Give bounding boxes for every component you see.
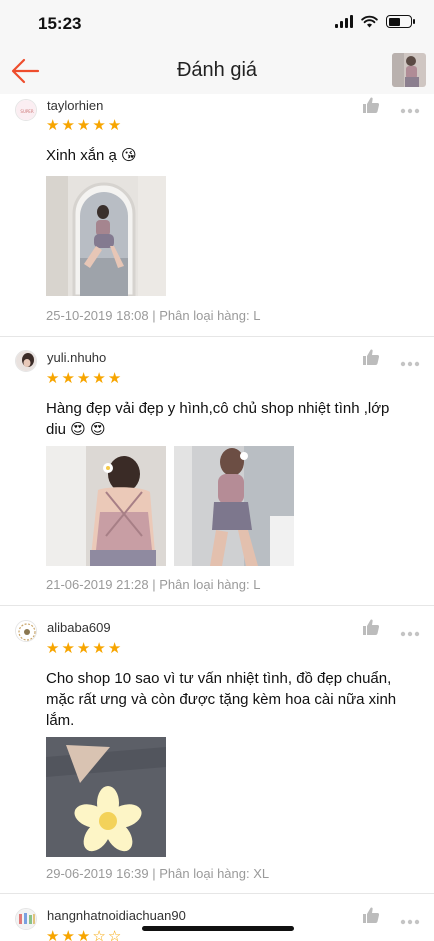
review-item: yuli.nhuho ★ ★ ★ ★ ★ Hàng đẹp vải đẹp y hình… — [0, 337, 434, 606]
wifi-icon — [361, 15, 378, 28]
star-filled-icon: ★ — [92, 117, 106, 134]
battery-icon — [386, 15, 415, 28]
avatar[interactable] — [15, 350, 37, 372]
review-username[interactable]: yuli.nhuho — [47, 350, 106, 365]
star-rating: ★ ★ ★ ★ ★ — [46, 641, 121, 657]
review-text: Cho shop 10 sao vì tư vấn nhiệt tình, đồ… — [46, 670, 397, 729]
star-filled-icon: ★ — [46, 640, 60, 657]
star-filled-icon: ★ — [46, 370, 60, 387]
home-indicator — [142, 926, 294, 931]
thumbs-up-icon — [363, 349, 380, 365]
review-item: SUPER taylorhien ★★★★★ Xinh xắn ạ 😘 — [0, 94, 434, 337]
thumbs-up-icon — [363, 619, 380, 635]
more-options-button[interactable] — [400, 354, 420, 367]
star-filled-icon: ★ — [61, 370, 75, 387]
review-username[interactable]: taylorhien — [47, 98, 103, 113]
review-photo[interactable] — [46, 737, 166, 857]
review-photos — [46, 737, 166, 857]
nav-bar: Đánh giá — [0, 48, 434, 94]
star-filled-icon: ★ — [107, 640, 122, 657]
svg-text:SUPER: SUPER — [20, 109, 33, 114]
status-icons — [335, 15, 415, 28]
review-photo[interactable] — [174, 446, 294, 566]
star-filled-icon: ★ — [92, 370, 106, 387]
more-options-button[interactable] — [400, 624, 420, 637]
review-list: SUPER taylorhien ★★★★★ Xinh xắn ạ 😘 — [0, 94, 434, 941]
more-dots-icon — [400, 919, 420, 925]
review-username[interactable]: alibaba609 — [47, 620, 111, 635]
review-photo[interactable] — [46, 176, 166, 296]
review-meta: 25-10-2019 18:08 | Phân loại hàng: L — [46, 308, 261, 323]
status-time: 15:23 — [38, 14, 82, 33]
star-filled-icon: ★ — [92, 640, 106, 657]
star-filled-icon: ★ — [107, 117, 122, 134]
like-button[interactable] — [362, 96, 380, 114]
star-filled-icon: ★ — [61, 640, 75, 657]
more-dots-icon — [400, 361, 420, 367]
status-bar: 15:23 — [0, 0, 434, 48]
star-rating: ★ ★ ★ ★ ★ — [46, 118, 121, 134]
product-thumbnail[interactable] — [392, 53, 426, 87]
star-filled-icon: ★ — [46, 117, 60, 134]
star-filled-icon: ★ — [76, 117, 91, 134]
avatar[interactable] — [15, 908, 37, 930]
star-rating: ★ ★ ★ ★ ★ — [46, 371, 121, 387]
star-filled-icon: ★ — [76, 370, 91, 387]
star-empty-icon: ☆ — [107, 928, 122, 941]
more-options-button[interactable] — [400, 101, 420, 114]
review-username[interactable]: hangnhatnoidiachuan90 — [47, 908, 186, 923]
avatar[interactable]: SUPER — [15, 99, 37, 121]
review-meta: 29-06-2019 16:39 | Phân loại hàng: XL — [46, 866, 270, 881]
review-photos — [46, 446, 294, 566]
star-filled-icon: ★ — [107, 370, 122, 387]
review-photo[interactable] — [46, 446, 166, 566]
star-filled-icon: ★ — [61, 117, 75, 134]
avatar[interactable] — [15, 620, 37, 642]
like-button[interactable] — [362, 348, 380, 366]
review-text: Xinh xắn ạ 😘 — [46, 147, 137, 164]
thumbs-up-icon — [363, 97, 380, 113]
star-filled-icon: ★ — [76, 640, 91, 657]
more-options-button[interactable] — [400, 912, 420, 925]
review-photos — [46, 176, 166, 296]
star-filled-icon: ★ — [76, 928, 91, 941]
review-item: hangnhatnoidiachuan90 ★ ★ ★ ☆ ☆ — [0, 894, 434, 941]
star-rating: ★ ★ ★ ☆ ☆ — [46, 929, 121, 941]
thumbs-up-icon — [363, 907, 380, 923]
review-item: alibaba609 ★ ★ ★ ★ ★ Cho shop 10 sao vì tư v… — [0, 606, 434, 894]
star-filled-icon: ★ — [61, 928, 75, 941]
review-meta: 21-06-2019 21:28 | Phân loại hàng: L — [46, 577, 261, 592]
more-dots-icon — [400, 631, 420, 637]
like-button[interactable] — [362, 618, 380, 636]
review-text: Hàng đẹp vải đẹp y hình,cô chủ shop nhiệ… — [46, 400, 390, 438]
cellular-signal-icon — [335, 15, 353, 28]
like-button[interactable] — [362, 906, 380, 924]
star-empty-icon: ☆ — [92, 928, 106, 941]
more-dots-icon — [400, 108, 420, 114]
star-filled-icon: ★ — [46, 928, 60, 941]
page-title: Đánh giá — [176, 59, 258, 81]
